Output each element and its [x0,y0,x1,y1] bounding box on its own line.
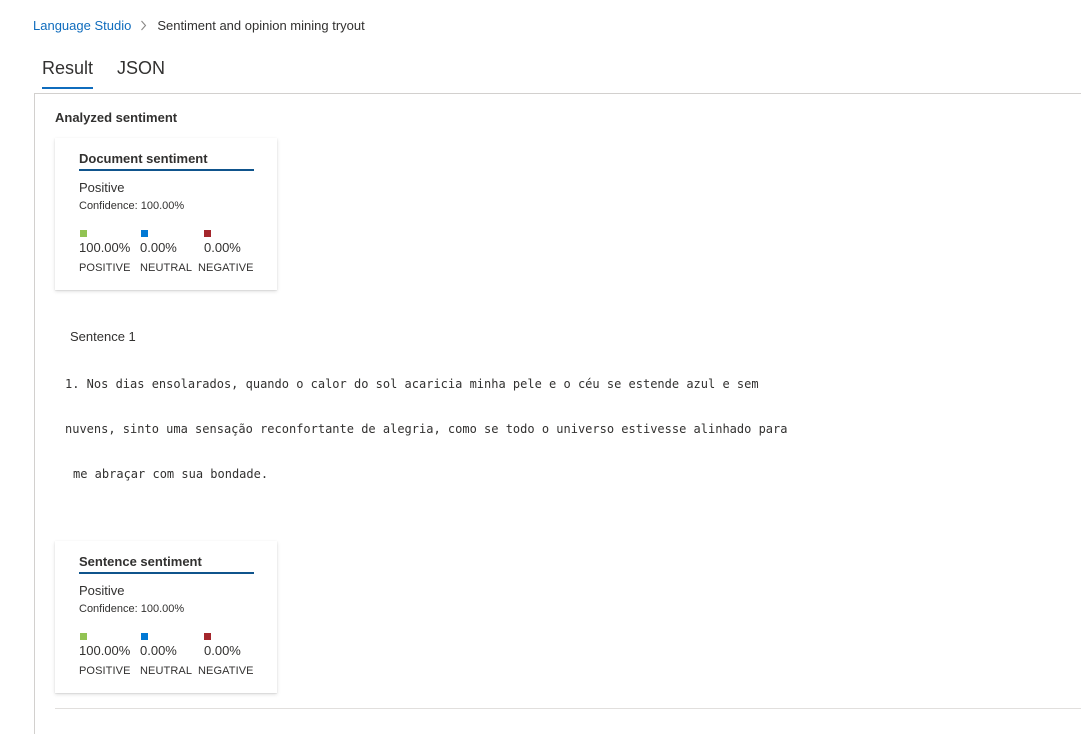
sentence-1-label: Sentence 1 [70,329,136,344]
confidence-label: Confidence: [79,200,138,212]
sentence-confidence: Confidence: 100.00% [79,603,184,615]
document-sentiment-title: Document sentiment [79,151,254,171]
tab-json[interactable]: JSON [117,56,165,90]
neutral-score: 0.00% NEUTRAL [140,230,192,274]
sentence-text-line-1: 1. Nos dias ensolarados, quando o calor … [65,377,759,391]
chevron-right-icon [140,20,147,31]
analyzed-sentiment-heading: Analyzed sentiment [55,110,178,125]
neutral-score-label: NEUTRAL [140,262,193,274]
positive-color-square [80,633,87,640]
breadcrumb: Language Studio Sentiment and opinion mi… [33,16,365,34]
neutral-score: 0.00% NEUTRAL [140,633,192,677]
confidence-value: 100.00% [140,603,185,615]
positive-color-square [80,230,87,237]
negative-color-square [204,633,211,640]
positive-score-value: 100.00% [79,643,131,658]
sentence-text-line-2: nuvens, sinto uma sensação reconfortante… [65,422,788,436]
document-sentiment-label: Positive [79,180,125,195]
negative-score-label: NEGATIVE [198,665,254,677]
positive-score-label: POSITIVE [79,262,131,274]
result-tabs: Result JSON [42,56,189,90]
negative-score-label: NEGATIVE [198,262,254,274]
positive-score-value: 100.00% [79,240,131,255]
negative-score: 0.00% NEGATIVE [198,633,254,677]
positive-score: 100.00% POSITIVE [79,633,131,677]
confidence-label: Confidence: [79,603,138,615]
sentence-sentiment-label: Positive [79,583,125,598]
negative-score-value: 0.00% [204,240,241,255]
sentence-text-line-3: me abraçar com sua bondade. [73,467,269,481]
tab-result[interactable]: Result [42,56,94,90]
negative-score-value: 0.00% [204,643,241,658]
neutral-color-square [141,633,148,640]
neutral-color-square [141,230,148,237]
breadcrumb-current-page: Sentiment and opinion mining tryout [157,17,365,33]
sentence-sentiment-card: Sentence sentiment Positive Confidence: 1… [55,541,277,693]
neutral-score-value: 0.00% [140,240,177,255]
document-confidence: Confidence: 100.00% [79,200,184,212]
neutral-score-value: 0.00% [140,643,177,658]
negative-score: 0.00% NEGATIVE [198,230,254,274]
sentence-sentiment-title: Sentence sentiment [79,554,254,574]
confidence-value: 100.00% [140,200,185,212]
neutral-score-label: NEUTRAL [140,665,193,677]
positive-score-label: POSITIVE [79,665,131,677]
negative-color-square [204,230,211,237]
breadcrumb-language-studio-link[interactable]: Language Studio [33,18,131,33]
sentence-divider [55,708,1081,709]
positive-score: 100.00% POSITIVE [79,230,131,274]
document-sentiment-card: Document sentiment Positive Confidence: 1… [55,138,277,290]
